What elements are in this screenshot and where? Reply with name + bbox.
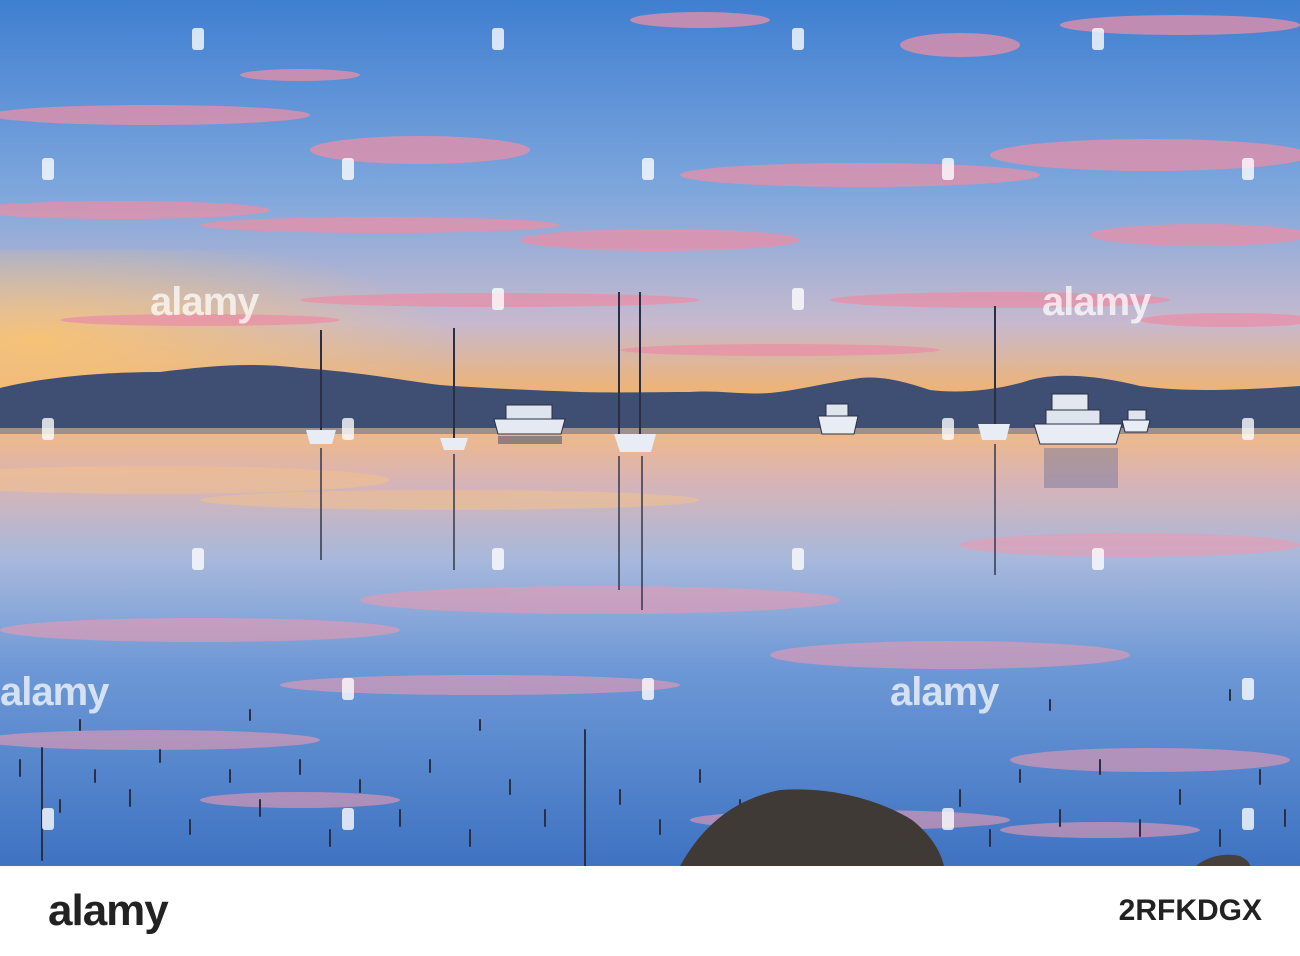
watermark-mark	[42, 808, 54, 830]
watermark-mark	[192, 28, 204, 50]
image-code: 2RFKDGX	[1118, 894, 1262, 927]
watermark-mark	[342, 418, 354, 440]
watermark-mark	[1242, 808, 1254, 830]
watermark-mark	[1242, 678, 1254, 700]
watermark-mark	[792, 28, 804, 50]
watermark-mark	[492, 28, 504, 50]
watermark-mark	[1092, 548, 1104, 570]
watermark-mark	[642, 678, 654, 700]
watermark-mark	[42, 418, 54, 440]
watermark-mark	[942, 158, 954, 180]
stock-photo-page: alamy alamy alamy alamy alamy 2RFKDGX	[0, 0, 1300, 956]
watermark-mark	[792, 548, 804, 570]
alamy-logo: alamy	[48, 886, 169, 935]
watermark-mark	[792, 288, 804, 310]
watermark-mark	[1242, 158, 1254, 180]
sunrise-waterscape-photo	[0, 0, 1300, 866]
watermark-mark	[342, 158, 354, 180]
watermark-mark	[642, 158, 654, 180]
watermark-mark	[342, 808, 354, 830]
watermark-mark	[342, 678, 354, 700]
watermark-mark	[492, 548, 504, 570]
watermark-mark	[1242, 418, 1254, 440]
watermark-mark	[942, 808, 954, 830]
watermark-mark	[492, 288, 504, 310]
watermark-mark	[942, 418, 954, 440]
watermark-mark	[192, 548, 204, 570]
watermark-mark	[1092, 28, 1104, 50]
watermark-mark	[42, 158, 54, 180]
footer-bar: alamy 2RFKDGX	[0, 866, 1300, 956]
